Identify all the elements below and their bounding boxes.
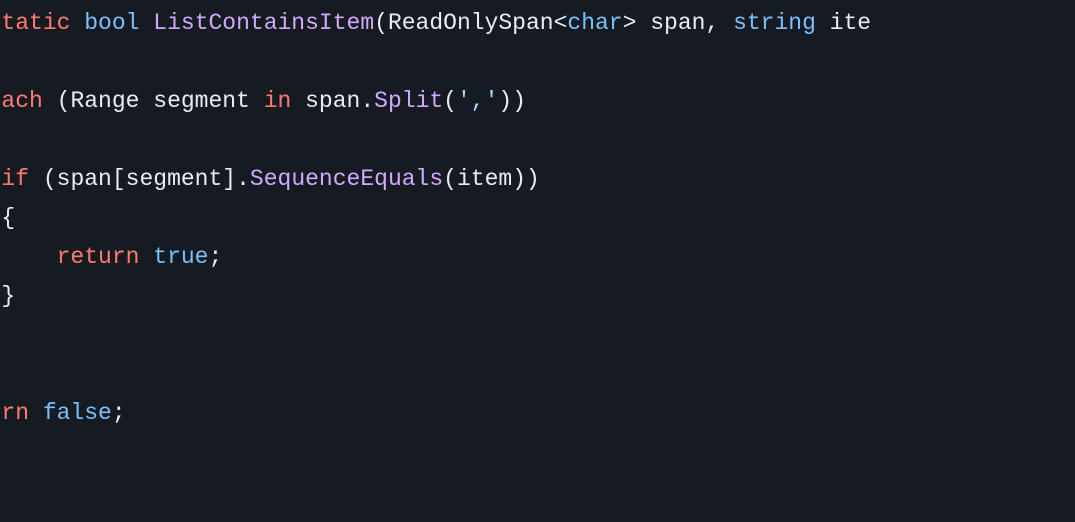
code-block: c static bool ListContainsItem(ReadOnlyS…	[0, 4, 1035, 433]
param-item: ite	[830, 10, 871, 36]
sp	[291, 88, 305, 114]
punct: (	[443, 166, 457, 192]
indent	[0, 244, 57, 270]
punct: ,	[705, 10, 733, 36]
punct: <	[554, 10, 568, 36]
func-split: Split	[374, 88, 443, 114]
sp	[70, 10, 84, 36]
keyword-return: eturn	[0, 400, 29, 426]
code-line-6: {	[0, 205, 15, 231]
keyword-return: return	[57, 244, 140, 270]
sp	[816, 10, 830, 36]
type-string: string	[733, 10, 816, 36]
ident-item: item	[457, 166, 512, 192]
sp	[139, 244, 153, 270]
punct: .	[236, 166, 250, 192]
punct: .	[360, 88, 374, 114]
keyword-if: if	[1, 166, 29, 192]
var-segment: segment	[126, 166, 223, 192]
type-char: char	[567, 10, 622, 36]
ident-span: span	[57, 166, 112, 192]
keyword-static: static	[0, 10, 70, 36]
punct: (	[43, 88, 71, 114]
punct: ;	[112, 400, 126, 426]
keyword-in: in	[264, 88, 292, 114]
var-segment: segment	[153, 88, 250, 114]
code-line-11: eturn false;	[0, 400, 126, 426]
brace: }	[1, 283, 15, 309]
brace: {	[1, 205, 15, 231]
code-line-1: c static bool ListContainsItem(ReadOnlyS…	[0, 10, 871, 36]
code-line-3: oreach (Range segment in span.Split(',')…	[0, 88, 526, 114]
type-range: Range	[70, 88, 139, 114]
func-sequenceequals: SequenceEquals	[250, 166, 443, 192]
sp	[139, 10, 153, 36]
punct: (	[29, 166, 57, 192]
punct: >	[623, 10, 637, 36]
sp	[636, 10, 650, 36]
literal-false: false	[43, 400, 112, 426]
ident-span: span	[305, 88, 360, 114]
punct: [	[112, 166, 126, 192]
code-line-7: return true;	[0, 244, 222, 270]
type-bool: bool	[84, 10, 139, 36]
punct: ))	[498, 88, 526, 114]
sp	[29, 400, 43, 426]
code-line-8: }	[0, 283, 15, 309]
punct: ]	[222, 166, 236, 192]
punct: ;	[208, 244, 222, 270]
func-name: ListContainsItem	[153, 10, 374, 36]
punct: (	[443, 88, 457, 114]
sp	[139, 88, 153, 114]
literal-true: true	[153, 244, 208, 270]
string-comma: ','	[457, 88, 498, 114]
sp	[250, 88, 264, 114]
punct: ))	[512, 166, 540, 192]
code-line-5: if (span[segment].SequenceEquals(item))	[0, 166, 540, 192]
keyword-foreach: oreach	[0, 88, 43, 114]
punct: (	[374, 10, 388, 36]
type-readonlyspan: ReadOnlySpan	[388, 10, 554, 36]
param-span: span	[650, 10, 705, 36]
